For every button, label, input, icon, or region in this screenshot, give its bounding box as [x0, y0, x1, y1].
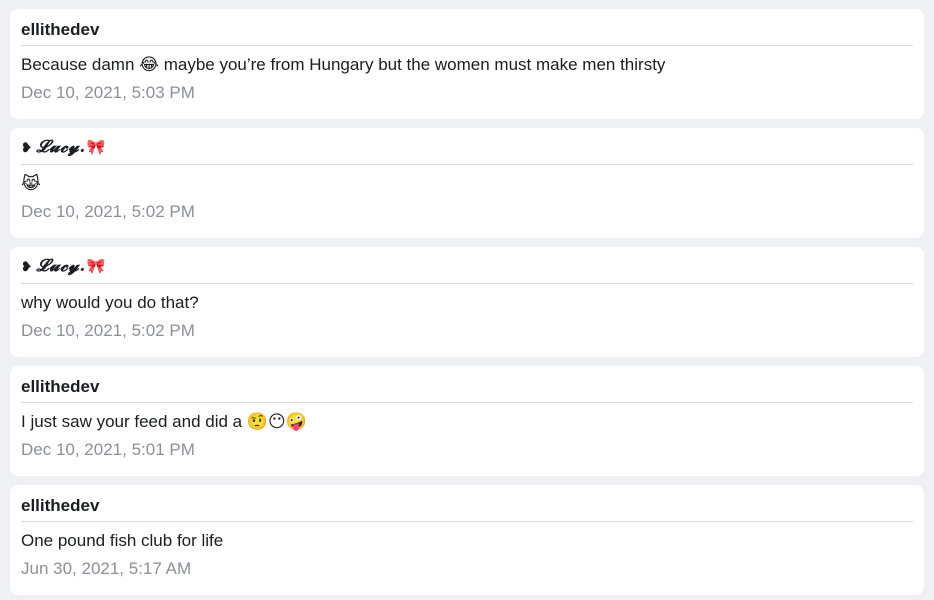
message-card: ❥ 𝓛𝓾𝓬𝔂.🎀 why would you do that? Dec 10, 2… [10, 247, 924, 357]
bow-icon: 🎀 [86, 138, 106, 156]
message-timestamp: Jun 30, 2021, 5:17 AM [21, 559, 192, 578]
message-card: ellithedev One pound fish club for life … [10, 485, 924, 595]
author-name[interactable]: ellithedev [21, 376, 99, 402]
author-name[interactable]: ellithedev [21, 19, 99, 45]
message-text: One pound fish club for life [21, 531, 224, 550]
author-name-text: 𝓛𝓾𝓬𝔂. [36, 256, 86, 276]
author-name-text: 𝓛𝓾𝓬𝔂. [36, 137, 86, 157]
message-text: I just saw your feed and did a 🤨😶🤪 [21, 412, 307, 431]
heart-icon: ❥ [21, 260, 33, 275]
message-header: ❥ 𝓛𝓾𝓬𝔂.🎀 [21, 128, 913, 165]
message-timestamp: Dec 10, 2021, 5:03 PM [21, 83, 195, 102]
message-feed: ellithedev Because damn 😂 maybe you’re f… [0, 0, 934, 600]
author-name[interactable]: ellithedev [21, 495, 99, 521]
bow-icon: 🎀 [86, 257, 106, 275]
message-card: ❥ 𝓛𝓾𝓬𝔂.🎀 😹 Dec 10, 2021, 5:02 PM [10, 128, 924, 238]
heart-icon: ❥ [21, 141, 33, 156]
author-name[interactable]: ❥ 𝓛𝓾𝓬𝔂.🎀 [21, 137, 106, 164]
message-header: ellithedev [21, 485, 913, 522]
message-card: ellithedev Because damn 😂 maybe you’re f… [10, 9, 924, 119]
message-card: ellithedev I just saw your feed and did … [10, 366, 924, 476]
message-timestamp: Dec 10, 2021, 5:02 PM [21, 202, 195, 221]
message-header: ❥ 𝓛𝓾𝓬𝔂.🎀 [21, 247, 913, 284]
message-text: Because damn 😂 maybe you’re from Hungary… [21, 55, 666, 74]
message-header: ellithedev [21, 366, 913, 403]
message-header: ellithedev [21, 9, 913, 46]
message-timestamp: Dec 10, 2021, 5:02 PM [21, 321, 195, 340]
author-name[interactable]: ❥ 𝓛𝓾𝓬𝔂.🎀 [21, 256, 106, 283]
message-timestamp: Dec 10, 2021, 5:01 PM [21, 440, 195, 459]
message-text: why would you do that? [21, 293, 199, 312]
message-text: 😹 [21, 174, 41, 193]
